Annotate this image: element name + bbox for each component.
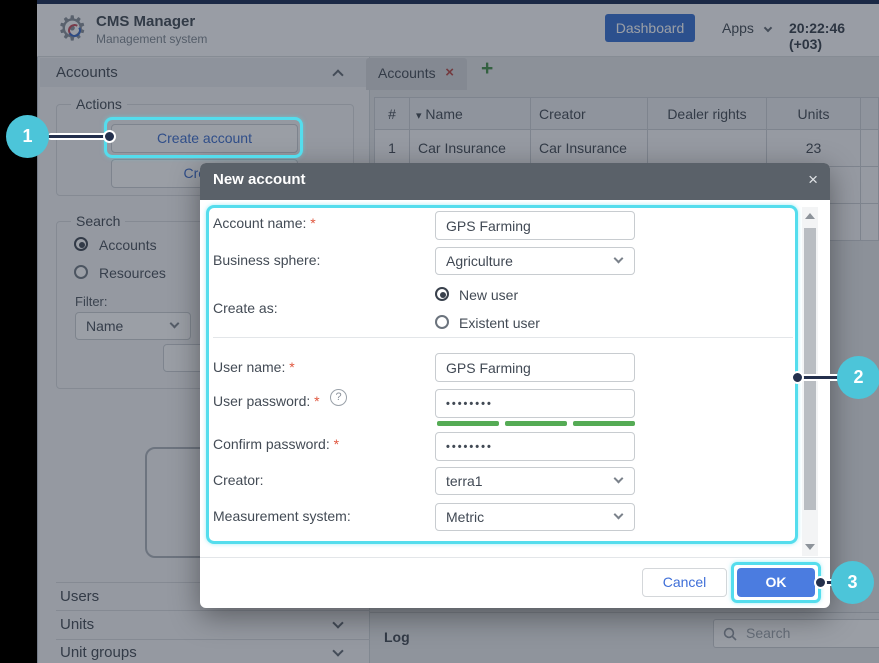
callout-1-line xyxy=(48,133,110,140)
callout-3-dot xyxy=(814,576,827,589)
close-icon[interactable]: × xyxy=(808,170,818,190)
cancel-button[interactable]: Cancel xyxy=(642,568,727,597)
callout-2-badge: 2 xyxy=(837,356,879,399)
scroll-up-icon[interactable] xyxy=(805,213,815,219)
callout-2-dot xyxy=(791,371,804,384)
scrollbar-thumb[interactable] xyxy=(804,228,816,510)
modal-header: New account × xyxy=(200,163,830,200)
callout-1-badge: 1 xyxy=(6,115,49,158)
new-account-modal: New account × Account name: * Business s… xyxy=(200,163,830,608)
callout-3-highlight-ring xyxy=(731,562,821,603)
callout-1-highlight-ring xyxy=(104,117,303,158)
callout-1-dot xyxy=(103,130,116,143)
callout-3-badge: 3 xyxy=(831,561,874,604)
callout-2-highlight-ring xyxy=(206,205,798,544)
modal-title: New account xyxy=(213,171,306,188)
modal-scrollbar[interactable] xyxy=(802,207,818,556)
callout-2-line xyxy=(798,374,840,381)
scroll-down-icon[interactable] xyxy=(805,544,815,550)
footer-divider xyxy=(200,557,830,558)
screenshot-stage: ⚙ CMS Manager Management system Dashboar… xyxy=(0,0,879,663)
